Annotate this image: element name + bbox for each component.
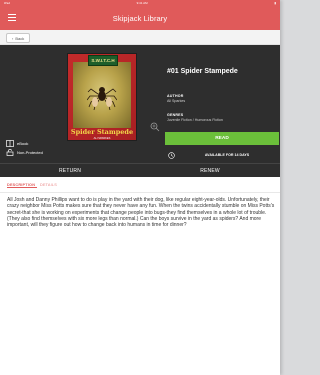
book-description: All Josh and Danny Phillips want to do i… (7, 197, 275, 229)
spider-illustration (87, 87, 117, 110)
tab-details-label: DETAILS (40, 183, 57, 187)
format-info: eBook (6, 140, 28, 147)
clock-label: 9:41 AM (136, 1, 148, 5)
genres-label: GENRES (167, 113, 184, 117)
cover-title: Spider Stampede (70, 128, 134, 136)
hamburger-menu-icon[interactable] (8, 14, 16, 21)
return-button[interactable]: RETURN (0, 164, 140, 178)
clock-icon (168, 151, 175, 159)
book-detail-panel: S.W.I.T.C.H Spider Stampede ALI SPARKES … (0, 45, 280, 177)
author-value: Ali Sparkes (167, 99, 186, 103)
protection-label: Non-Protected (17, 150, 43, 155)
loan-actions: RETURN RENEW (0, 163, 280, 178)
book-icon (6, 140, 14, 147)
title-bar: Skipjack Library (0, 6, 280, 30)
format-label: eBook (17, 141, 29, 146)
availability-row: AVAILABLE FOR 14 DAYS (165, 149, 279, 161)
tab-description[interactable]: DESCRIPTION (7, 183, 37, 188)
sub-toolbar: ‹ Back (0, 30, 280, 45)
availability-text: AVAILABLE FOR 14 DAYS (204, 153, 250, 157)
tab-details[interactable]: DETAILS (40, 183, 57, 187)
genres-value: Juvenile Fiction / Humorous Fiction (167, 118, 223, 122)
cover-author: ALI SPARKES (93, 137, 111, 140)
cover-series-mark: S.W.I.T.C.H (88, 55, 118, 66)
app-title: Skipjack Library (112, 13, 168, 23)
protection-info: Non-Protected (6, 149, 43, 156)
author-label: AUTHOR (167, 94, 184, 98)
back-button[interactable]: ‹ Back (6, 33, 31, 43)
renew-button[interactable]: RENEW (140, 164, 280, 178)
chevron-left-icon: ‹ (12, 35, 14, 41)
zoom-icon[interactable] (150, 122, 160, 132)
active-tab-indicator (7, 187, 37, 188)
detail-tabs: DESCRIPTION DETAILS (0, 180, 280, 193)
read-button[interactable]: READ (165, 132, 279, 145)
app-window: iPad 9:41 AM ▮ Skipjack Library ‹ Back S… (0, 0, 280, 375)
book-title: #01 Spider Stampede (167, 68, 238, 75)
carrier-label: iPad (4, 1, 11, 5)
lock-icon (6, 149, 14, 156)
book-cover[interactable]: S.W.I.T.C.H Spider Stampede ALI SPARKES (67, 53, 137, 141)
cover-art (73, 62, 131, 128)
battery-icon: ▮ (274, 1, 276, 5)
back-label: Back (15, 35, 25, 41)
